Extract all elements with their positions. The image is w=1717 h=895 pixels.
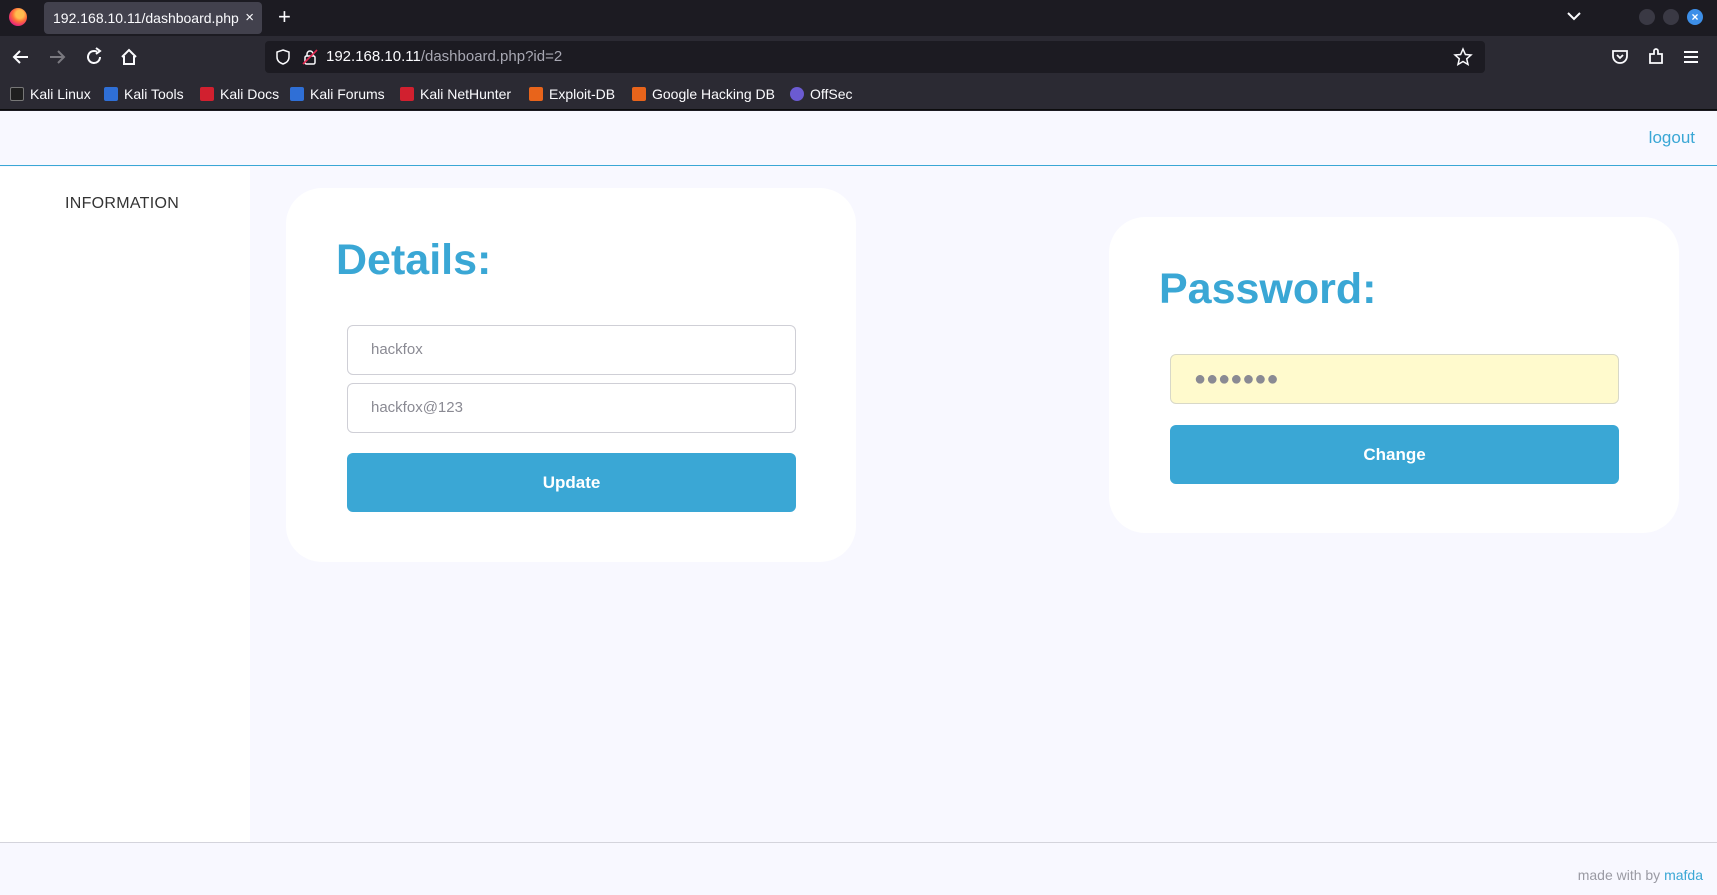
new-password-input[interactable]: ●●●●●●●: [1170, 354, 1619, 404]
bookmark-kali-tools[interactable]: Kali Tools: [104, 78, 184, 110]
details-title: Details:: [336, 236, 492, 284]
bookmark-label: Kali Tools: [124, 86, 184, 102]
pocket-icon[interactable]: [1609, 46, 1631, 68]
url-path: /dashboard.php?id=2: [420, 48, 563, 65]
url-text[interactable]: 192.168.10.11/dashboard.php?id=2: [326, 41, 562, 73]
list-all-tabs-icon[interactable]: [1564, 6, 1584, 26]
web-page: logout INFORMATION Details: hackfox hack…: [0, 111, 1717, 895]
bookmark-label: Google Hacking DB: [652, 86, 775, 102]
sidebar-item-information[interactable]: INFORMATION: [65, 195, 179, 213]
logout-link[interactable]: logout: [1649, 128, 1695, 148]
author-link[interactable]: mafda: [1664, 867, 1703, 883]
bookmark-offsec[interactable]: OffSec: [790, 78, 853, 110]
sidebar: INFORMATION: [0, 167, 250, 842]
bookmark-label: Exploit-DB: [549, 86, 616, 102]
bookmark-exploit-db[interactable]: Exploit-DB: [529, 78, 615, 110]
bookmark-kali-linux[interactable]: Kali Linux: [10, 78, 91, 110]
extensions-puzzle-icon[interactable]: [1645, 46, 1667, 68]
footer-credit: made with by mafda: [1578, 867, 1703, 883]
kali-docs-icon: [200, 87, 214, 101]
tracking-protection-shield-icon[interactable]: [275, 49, 291, 65]
bookmark-label: Kali Forums: [310, 86, 385, 102]
new-tab-icon[interactable]: +: [278, 4, 291, 30]
url-host: 192.168.10.11: [326, 48, 421, 65]
bookmark-label: Kali Docs: [220, 86, 280, 102]
insecure-lock-icon[interactable]: [302, 49, 318, 65]
footer-prefix: made with by: [1577, 867, 1661, 883]
kali-forums-icon: [290, 87, 304, 101]
bookmark-star-icon[interactable]: [1453, 47, 1473, 67]
minimize-window-icon[interactable]: [1639, 9, 1655, 25]
password-title: Password:: [1159, 265, 1377, 313]
tab-close-icon[interactable]: ×: [245, 2, 254, 34]
nethunter-icon: [400, 87, 414, 101]
page-footer: made with by mafda: [0, 842, 1717, 895]
navigation-toolbar: 192.168.10.11/dashboard.php?id=2: [0, 36, 1717, 78]
user-password-input[interactable]: hackfox@123: [347, 383, 796, 433]
active-tab[interactable]: 192.168.10.11/dashboard.php ×: [44, 2, 262, 34]
bookmark-kali-forums[interactable]: Kali Forums: [290, 78, 385, 110]
forward-arrow-icon[interactable]: [46, 46, 68, 68]
kali-dragon-icon: [10, 87, 24, 101]
bookmark-kali-nethunter[interactable]: Kali NetHunter: [400, 78, 511, 110]
exploit-db-icon: [529, 87, 543, 101]
close-window-icon[interactable]: ×: [1687, 9, 1703, 25]
bookmark-google-hacking-db[interactable]: Google Hacking DB: [632, 78, 775, 110]
username-input[interactable]: hackfox: [347, 325, 796, 375]
hamburger-menu-icon[interactable]: [1680, 46, 1702, 68]
back-arrow-icon[interactable]: [10, 46, 32, 68]
tab-strip: 192.168.10.11/dashboard.php × + ×: [0, 0, 1717, 36]
bookmark-kali-docs[interactable]: Kali Docs: [200, 78, 279, 110]
update-button[interactable]: Update: [347, 453, 796, 512]
change-button[interactable]: Change: [1170, 425, 1619, 484]
bookmarks-toolbar: Kali Linux Kali Tools Kali Docs Kali For…: [0, 78, 1717, 110]
password-card: Password: ●●●●●●● Change: [1109, 217, 1679, 533]
firefox-logo-icon[interactable]: [9, 8, 27, 26]
maximize-window-icon[interactable]: [1663, 9, 1679, 25]
page-header: logout: [0, 111, 1717, 166]
offsec-icon: [790, 87, 804, 101]
bookmark-label: Kali Linux: [30, 86, 91, 102]
bookmark-label: Kali NetHunter: [420, 86, 512, 102]
bookmark-label: OffSec: [810, 86, 853, 102]
kali-tools-icon: [104, 87, 118, 101]
tab-title: 192.168.10.11/dashboard.php: [53, 10, 239, 26]
home-icon[interactable]: [118, 46, 140, 68]
ghdb-icon: [632, 87, 646, 101]
address-bar[interactable]: 192.168.10.11/dashboard.php?id=2: [265, 41, 1485, 73]
reload-icon[interactable]: [83, 46, 105, 68]
details-card: Details: hackfox hackfox@123 Update: [286, 188, 856, 562]
